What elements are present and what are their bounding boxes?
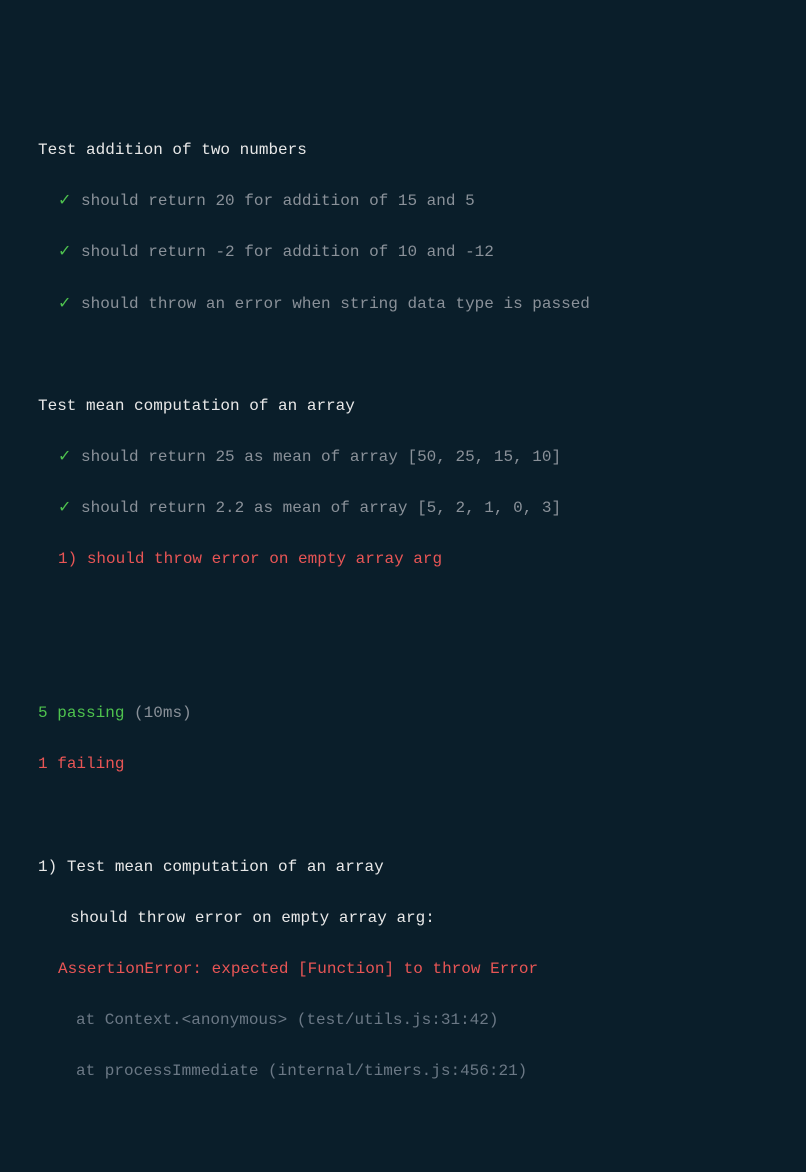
stack-line: at processImmediate (internal/timers.js:… (18, 1059, 788, 1085)
suite-title: Test mean computation of an array (38, 397, 355, 415)
fail-marker: 1) (58, 550, 77, 568)
check-icon: ✓ (58, 295, 71, 313)
pass-count: 5 (38, 704, 48, 722)
failure-header: 1) Test mean computation of an array (18, 855, 788, 881)
terminal-output: Test addition of two numbers ✓ should re… (18, 112, 788, 1172)
check-icon: ✓ (58, 192, 71, 210)
test-pass: ✓ should return 2.2 as mean of array [5,… (18, 496, 788, 522)
check-icon: ✓ (58, 499, 71, 517)
failure-suite: Test mean computation of an array (67, 858, 384, 876)
pass-label: passing (57, 704, 124, 722)
test-pass: ✓ should throw an error when string data… (18, 292, 788, 318)
fail-count: 1 (38, 755, 48, 773)
test-fail: 1) should throw error on empty array arg (18, 547, 788, 573)
pass-time: (10ms) (134, 704, 192, 722)
test-text: should return 2.2 as mean of array [5, 2… (81, 499, 561, 517)
check-icon: ✓ (58, 448, 71, 466)
check-icon: ✓ (58, 243, 71, 261)
test-text: should return 20 for addition of 15 and … (81, 192, 475, 210)
fail-label: failing (57, 755, 124, 773)
suite-title: Test addition of two numbers (38, 141, 307, 159)
test-text: should throw error on empty array arg (87, 550, 442, 568)
summary-fail: 1 failing (18, 752, 788, 778)
stack-line: at Context.<anonymous> (test/utils.js:31… (18, 1008, 788, 1034)
test-pass: ✓ should return 25 as mean of array [50,… (18, 445, 788, 471)
failure-test: should throw error on empty array arg: (70, 909, 435, 927)
test-text: should throw an error when string data t… (81, 295, 590, 313)
test-text: should return -2 for addition of 10 and … (81, 243, 494, 261)
failure-num: 1) (38, 858, 57, 876)
test-pass: ✓ should return -2 for addition of 10 an… (18, 240, 788, 266)
summary-pass: 5 passing (10ms) (18, 701, 788, 727)
failure-error: AssertionError: expected [Function] to t… (58, 960, 538, 978)
test-pass: ✓ should return 20 for addition of 15 an… (18, 189, 788, 215)
test-text: should return 25 as mean of array [50, 2… (81, 448, 561, 466)
